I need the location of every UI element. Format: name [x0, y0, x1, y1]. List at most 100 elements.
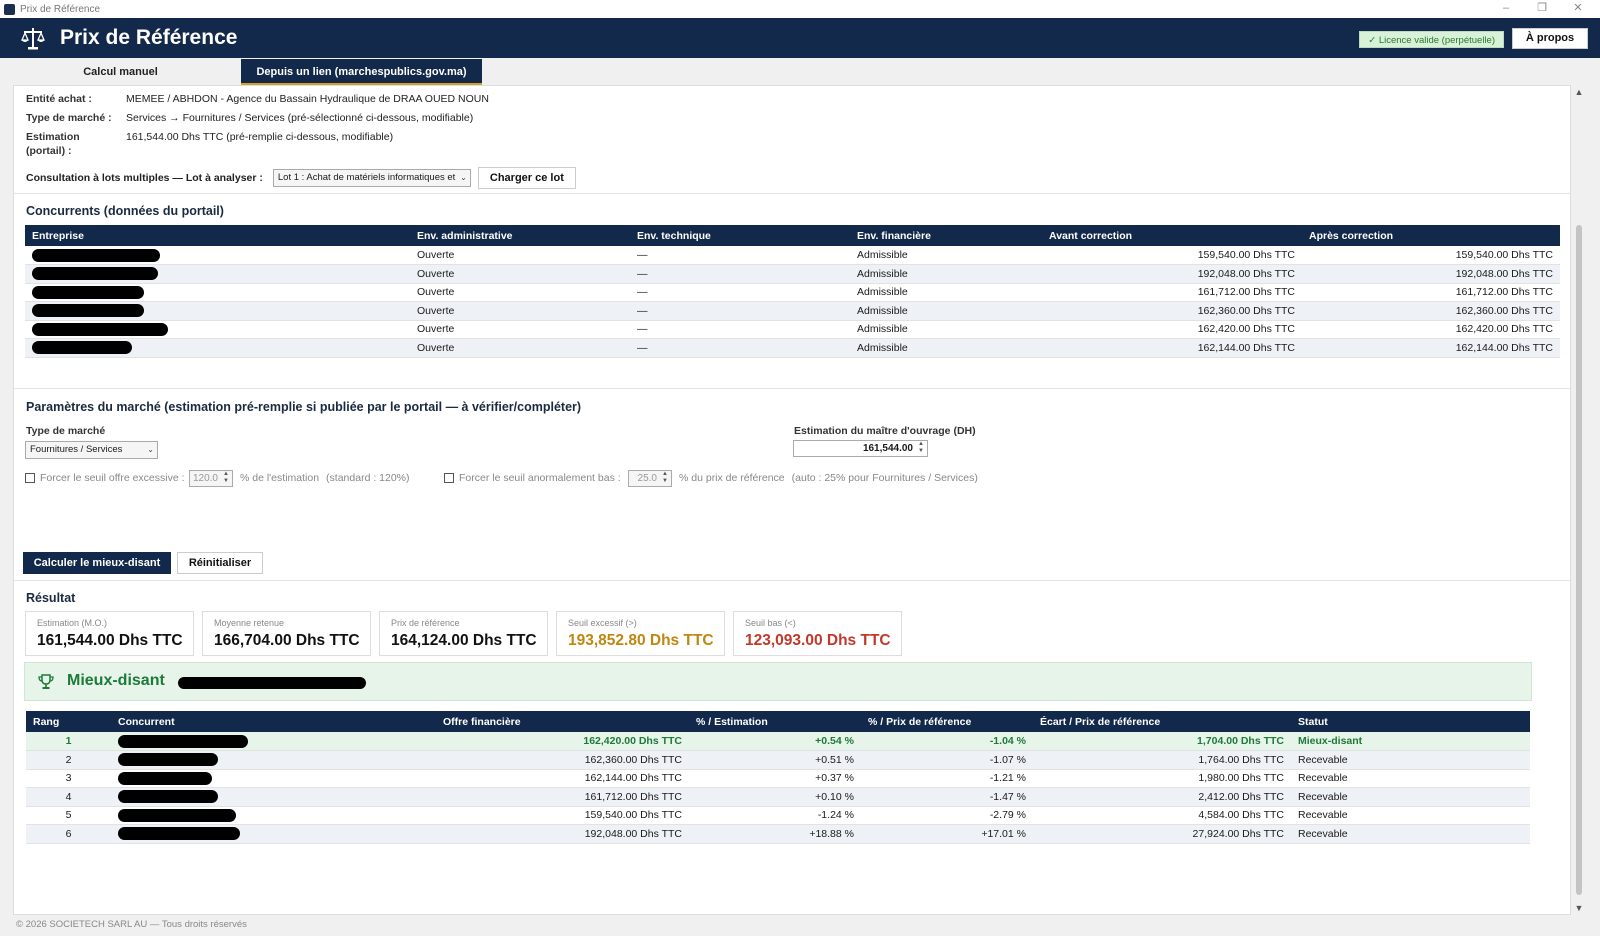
col-env-tech[interactable]: Env. technique: [630, 225, 850, 246]
table-row[interactable]: 6 192,048.00 Dhs TTC +18.88 % +17.01 % 2…: [26, 824, 1530, 844]
table-row[interactable]: Ouverte — Admissible 162,144.00 Dhs TTC …: [25, 338, 1560, 358]
ecart-cell: 1,980.00 Dhs TTC: [1033, 769, 1291, 788]
estimation-mo-input[interactable]: 161,544.00 ▲ ▼: [793, 440, 928, 457]
col-rang[interactable]: Rang: [26, 711, 111, 732]
reset-button[interactable]: Réinitialiser: [177, 552, 263, 574]
spinner-arrows-icon[interactable]: ▲ ▼: [660, 471, 670, 485]
apres-cell: 192,048.00 Dhs TTC: [1302, 264, 1560, 284]
load-lot-button[interactable]: Charger ce lot: [477, 167, 576, 189]
tech-cell: —: [630, 338, 850, 358]
col-ecart[interactable]: Écart / Prix de référence: [1033, 711, 1291, 732]
about-button[interactable]: À propos: [1512, 28, 1588, 49]
footer: © 2026 SOCIETECH SARL AU — Tous droits r…: [0, 915, 1600, 936]
tab-calcul-manuel[interactable]: Calcul manuel: [0, 59, 241, 85]
col-offre[interactable]: Offre financière: [436, 711, 689, 732]
winner-banner: Mieux-disant: [24, 662, 1532, 701]
concurrent-cell: [111, 732, 436, 751]
apres-cell: 159,540.00 Dhs TTC: [1302, 246, 1560, 265]
table-row[interactable]: Ouverte — Admissible 192,048.00 Dhs TTC …: [25, 264, 1560, 284]
ecart-cell: 1,704.00 Dhs TTC: [1033, 732, 1291, 751]
card-prix-reference: Prix de référence 164,124.00 Dhs TTC: [379, 611, 548, 656]
pct-estimation-cell: +0.37 %: [689, 769, 861, 788]
col-apres[interactable]: Après correction: [1302, 225, 1560, 246]
rang-cell: 4: [26, 787, 111, 807]
calculate-button[interactable]: Calculer le mieux-disant: [23, 552, 171, 574]
entreprise-cell: [25, 283, 410, 302]
col-env-admin[interactable]: Env. administrative: [410, 225, 630, 246]
fin-cell: Admissible: [850, 301, 1042, 321]
col-pct-reference[interactable]: % / Prix de référence: [861, 711, 1033, 732]
estimation-mo-value: 161,544.00: [862, 443, 913, 454]
statut-cell: Recevable: [1291, 787, 1530, 807]
scroll-up-icon[interactable]: ▲: [1571, 87, 1587, 97]
seuil-excessif-input[interactable]: 120.0 ▲ ▼: [189, 470, 233, 487]
entreprise-cell: [25, 301, 410, 321]
table-row[interactable]: 5 159,540.00 Dhs TTC -1.24 % -2.79 % 4,5…: [26, 806, 1530, 825]
vertical-scrollbar[interactable]: ▲ ▼: [1571, 85, 1587, 915]
redacted-name: [32, 285, 144, 299]
scales-icon: [21, 28, 45, 50]
pct-estimation-cell: +18.88 %: [689, 824, 861, 844]
col-concurrent[interactable]: Concurrent: [111, 711, 436, 732]
offre-cell: 162,420.00 Dhs TTC: [436, 732, 689, 751]
offre-cell: 159,540.00 Dhs TTC: [436, 806, 689, 825]
seuil-excessif-unit: % de l'estimation: [240, 472, 320, 484]
card-value: 166,704.00 Dhs TTC: [214, 632, 360, 649]
concurrent-cell: [111, 824, 436, 844]
fin-cell: Admissible: [850, 246, 1042, 265]
tab-depuis-lien[interactable]: Depuis un lien (marchespublics.gov.ma): [241, 59, 482, 85]
type-marche-value: Fournitures / Services: [30, 444, 123, 455]
type-marche-select[interactable]: Fournitures / Services ⌄: [25, 441, 158, 459]
offre-cell: 162,144.00 Dhs TTC: [436, 769, 689, 788]
statut-cell: Recevable: [1291, 806, 1530, 825]
seuil-bas-input[interactable]: 25.0 ▲ ▼: [628, 470, 672, 487]
scroll-down-icon[interactable]: ▼: [1571, 903, 1587, 913]
pct-reference-cell: -1.04 %: [861, 732, 1033, 751]
restore-button[interactable]: ❐: [1524, 0, 1560, 18]
redacted-name: [118, 753, 218, 767]
spinner-arrows-icon[interactable]: ▲ ▼: [221, 471, 231, 485]
redacted-name: [118, 790, 218, 804]
scrollbar-thumb[interactable]: [1576, 225, 1582, 895]
table-row[interactable]: Ouverte — Admissible 162,360.00 Dhs TTC …: [25, 301, 1560, 321]
admin-cell: Ouverte: [410, 264, 630, 284]
tab-bar: Calcul manuel Depuis un lien (marchespub…: [0, 58, 1600, 85]
table-row[interactable]: 3 162,144.00 Dhs TTC +0.37 % -1.21 % 1,9…: [26, 769, 1530, 788]
seuil-excessif-checkbox[interactable]: [25, 473, 35, 483]
minimize-button[interactable]: –: [1488, 0, 1524, 18]
avant-cell: 162,420.00 Dhs TTC: [1042, 320, 1302, 339]
col-env-fin[interactable]: Env. financière: [850, 225, 1042, 246]
result-title: Résultat: [26, 591, 76, 605]
offre-cell: 192,048.00 Dhs TTC: [436, 824, 689, 844]
estimation-value: 161,544.00 Dhs TTC (pré-remplie ci-desso…: [126, 131, 394, 143]
close-button[interactable]: ✕: [1560, 0, 1596, 18]
fin-cell: Admissible: [850, 338, 1042, 358]
entite-value: MEMEE / ABHDON - Agence du Bassain Hydra…: [126, 93, 489, 105]
table-row[interactable]: 1 162,420.00 Dhs TTC +0.54 % -1.04 % 1,7…: [26, 732, 1530, 751]
col-avant[interactable]: Avant correction: [1042, 225, 1302, 246]
card-label: Estimation (M.O.): [37, 618, 108, 628]
seuil-bas-hint: (auto : 25% pour Fournitures / Services): [791, 472, 978, 484]
trophy-icon: [38, 674, 54, 689]
seuil-bas-checkbox[interactable]: [444, 473, 454, 483]
seuil-bas-row: Forcer le seuil anormalement bas :: [444, 472, 621, 484]
spinner-arrows-icon[interactable]: ▲ ▼: [916, 441, 926, 455]
statut-cell: Recevable: [1291, 824, 1530, 844]
ecart-cell: 27,924.00 Dhs TTC: [1033, 824, 1291, 844]
col-pct-estimation[interactable]: % / Estimation: [689, 711, 861, 732]
tech-cell: —: [630, 283, 850, 302]
apres-cell: 162,360.00 Dhs TTC: [1302, 301, 1560, 321]
table-row[interactable]: Ouverte — Admissible 159,540.00 Dhs TTC …: [25, 246, 1560, 265]
table-row[interactable]: Ouverte — Admissible 162,420.00 Dhs TTC …: [25, 320, 1560, 339]
seuil-bas-info: % du prix de référence (auto : 25% pour …: [679, 472, 978, 484]
col-entreprise[interactable]: Entreprise: [25, 225, 410, 246]
concurrent-cell: [111, 769, 436, 788]
table-row[interactable]: Ouverte — Admissible 161,712.00 Dhs TTC …: [25, 283, 1560, 302]
lot-select[interactable]: Lot 1 : Achat de matériels informatiques…: [272, 169, 471, 187]
app-header: Prix de Référence ✓ Licence valide (perp…: [0, 18, 1600, 58]
seuil-bas-value: 25.0: [637, 473, 657, 484]
card-value: 193,852.80 Dhs TTC: [568, 632, 714, 649]
col-statut[interactable]: Statut: [1291, 711, 1530, 732]
table-row[interactable]: 2 162,360.00 Dhs TTC +0.51 % -1.07 % 1,7…: [26, 750, 1530, 770]
table-row[interactable]: 4 161,712.00 Dhs TTC +0.10 % -1.47 % 2,4…: [26, 787, 1530, 807]
